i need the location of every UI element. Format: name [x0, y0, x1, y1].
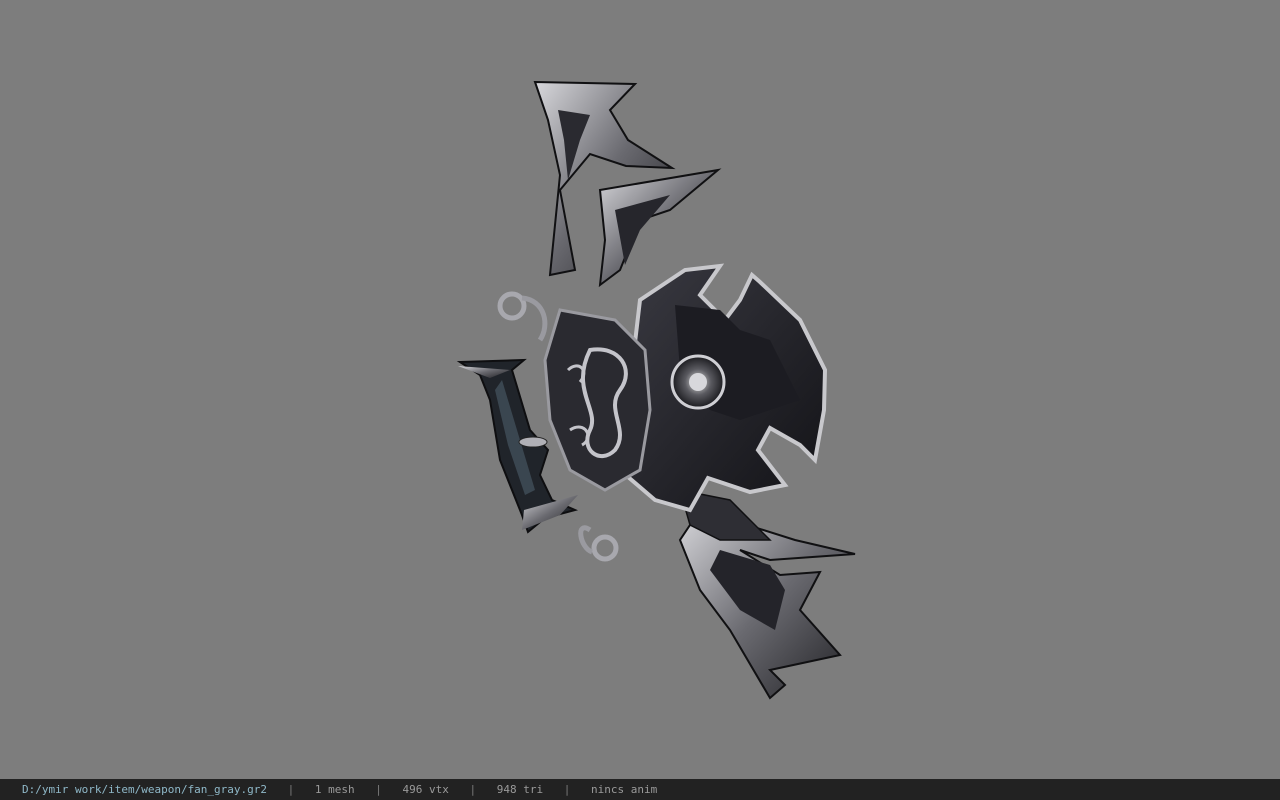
- fan-disc: [617, 263, 828, 513]
- lower-blade: [678, 489, 856, 700]
- mesh-count-label: 1 mesh: [314, 783, 355, 796]
- upper-blade: [533, 80, 722, 288]
- separator: |: [375, 783, 382, 796]
- triangle-count-label: 948 tri: [496, 783, 544, 796]
- file-path-label: D:/ymir work/item/weapon/fan_gray.gr2: [22, 783, 268, 796]
- animation-status-label: nincs anim: [591, 783, 658, 796]
- separator: |: [469, 783, 477, 796]
- 3d-viewport[interactable]: [0, 0, 1280, 779]
- vertex-count-label: 496 vtx: [402, 783, 449, 796]
- separator: |: [287, 783, 295, 796]
- weapon-fan-model[interactable]: [440, 70, 870, 710]
- separator: |: [563, 783, 571, 796]
- status-bar: D:/ymir work/item/weapon/fan_gray.gr2 | …: [0, 779, 1280, 800]
